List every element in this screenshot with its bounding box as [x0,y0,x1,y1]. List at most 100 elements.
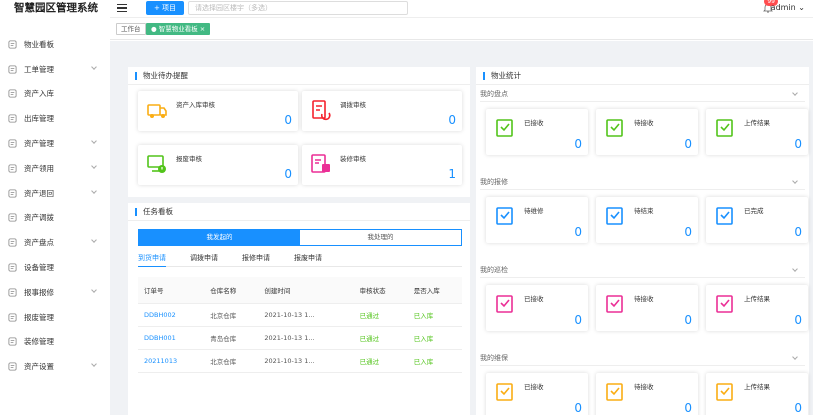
table-row[interactable]: DDBH001 青岛仓库 2021-10-13 1... 已通过 已入库 [138,326,462,350]
inventory-icon [6,238,18,247]
sidebar-item[interactable]: 资产领用 [0,156,110,181]
sidebar-item[interactable]: 报废管理 [0,305,110,330]
tab-workbench[interactable]: 工作台 [116,23,146,35]
stat-card[interactable]: 已完成 0 [706,197,808,243]
table-cell: 北京仓库 [204,303,259,327]
sidebar-item-label: 资产管理 [24,139,54,149]
todo-card-scrap[interactable]: 报废审核 0 [138,145,298,185]
sidebar-item-label: 出库管理 [24,114,54,124]
divider [480,277,805,278]
section-title: 我的盘点 [480,90,508,98]
tab-dashboard[interactable]: ● 智慧物业看板 × [146,23,211,35]
stats-title: 物业统计 [491,71,521,80]
stat-card[interactable]: 上传结果 0 [706,109,808,155]
table-cell: 已入库 [407,349,462,373]
sidebar-item-label: 报事报修 [24,287,54,297]
sidebar-item[interactable]: 工单管理 [0,57,110,82]
chevron-down-icon [91,163,97,169]
subtab-arrival[interactable]: 到货申请 [138,253,166,267]
stat-icon [606,119,623,137]
stat-card[interactable]: 已接收 0 [486,285,588,331]
column-header: 订单号 [138,277,205,304]
column-header: 是否入库 [407,277,462,304]
todo-card-transfer[interactable]: 调拨审核 0 [302,91,462,131]
subtab-repair[interactable]: 报修申请 [242,253,270,263]
add-project-button[interactable]: + 项目 [146,1,184,15]
sidebar-menu: 物业看板 工单管理 资产入库出库管理资产管理资产领用 资产退回资产调拨资产盘点 设备管理… [0,32,110,379]
stat-card[interactable]: 待结束 0 [596,197,698,243]
sidebar-item[interactable]: 资产设置 [0,354,110,379]
stat-card[interactable]: 上传结果 0 [706,285,808,331]
sidebar-item-label: 资产调拨 [24,213,54,223]
tool-icon [6,337,18,346]
card-label: 资产入库审核 [176,101,215,109]
project-select[interactable]: 请选择园区楼宇（多选） [188,1,408,15]
chevron-down-icon[interactable] [792,178,798,184]
section-title: 我的巡检 [480,266,508,274]
stat-card[interactable]: 待接收 0 [596,373,698,415]
sidebar-item[interactable]: 资产调拨 [0,206,110,231]
device-icon [6,263,18,272]
card-value: 0 [684,225,692,239]
card-label: 已接收 [524,119,544,127]
order-link[interactable]: 20211013 [138,349,205,373]
user-icon [6,164,18,173]
stat-icon [496,295,513,313]
stat-icon [716,207,733,225]
card-value: 1 [448,167,456,181]
menu-toggle-icon[interactable] [117,4,127,13]
section-title: 我的维保 [480,354,508,362]
task-table: 订单号 仓库名称 创建时间 审核状态 是否入库 DDBH002 北京仓库 2021-10-1… [138,277,462,373]
chevron-down-icon[interactable] [792,266,798,272]
sidebar-item[interactable]: 资产退回 [0,181,110,206]
seg-handled[interactable]: 我处理的 [300,230,461,245]
chevron-down-icon[interactable] [792,90,798,96]
card-label: 装修审核 [340,155,366,163]
sidebar-item[interactable]: 出库管理 [0,106,110,131]
sidebar-item[interactable]: 资产盘点 [0,230,110,255]
sidebar-item[interactable]: 物业看板 [0,32,110,57]
user-menu[interactable]: admin ⌄ [771,3,805,12]
top-bar: + 项目 请选择园区楼宇（多选） 99 admin ⌄ [110,0,813,18]
card-value: 0 [794,313,802,327]
stats-panel: 物业统计 我的盘点 已接收 0 待接收 0 上传结果 0 我的报修 待维修 0 待结束 0 已完成 0 我的… [476,67,809,415]
card-value: 0 [448,113,456,127]
sidebar-item[interactable]: 报事报修 [0,280,110,305]
stat-card[interactable]: 已接收 0 [486,109,588,155]
monitor-alert-icon [147,155,166,173]
stat-icon [716,295,733,313]
settings-icon [6,362,18,371]
sidebar-item[interactable]: 装修管理 [0,330,110,355]
stat-card[interactable]: 已接收 0 [486,373,588,415]
chevron-down-icon[interactable] [792,354,798,360]
stat-card[interactable]: 待接收 0 [596,285,698,331]
seg-initiated[interactable]: 我发起的 [139,230,300,245]
task-subtabs: 到货申请 调拨申请 报修申请 报废申请 [138,253,462,267]
stat-card[interactable]: 待维修 0 [486,197,588,243]
tab-bar: 工作台 ● 智慧物业看板 × [110,18,813,40]
card-label: 上传结果 [744,295,770,303]
sidebar-item[interactable]: 资产管理 [0,131,110,156]
monitor-icon [6,40,18,49]
task-title: 任务看板 [143,207,173,216]
todo-card-decoration[interactable]: 装修审核 1 [302,145,462,185]
table-cell: 已通过 [353,326,408,350]
subtab-scrap[interactable]: 报废申请 [294,253,322,263]
subtab-transfer[interactable]: 调拨申请 [190,253,218,263]
stat-card[interactable]: 上传结果 0 [706,373,808,415]
todo-card-inbound[interactable]: 资产入库审核 0 [138,91,298,131]
stat-icon [606,383,623,401]
order-link[interactable]: DDBH002 [138,303,205,327]
stat-card[interactable]: 待接收 0 [596,109,698,155]
card-value: 0 [284,167,292,181]
table-row[interactable]: DDBH002 北京仓库 2021-10-13 1... 已通过 已入库 [138,303,462,327]
box-out-icon [6,114,18,123]
card-label: 已完成 [744,207,764,215]
sidebar-item[interactable]: 设备管理 [0,255,110,280]
divider [480,189,805,190]
stat-icon [496,383,513,401]
sidebar-item[interactable]: 资产入库 [0,82,110,107]
table-row[interactable]: 20211013 北京仓库 2021-10-13 1... 已通过 已入库 [138,349,462,373]
order-link[interactable]: DDBH001 [138,326,205,350]
table-cell: 北京仓库 [204,349,259,373]
